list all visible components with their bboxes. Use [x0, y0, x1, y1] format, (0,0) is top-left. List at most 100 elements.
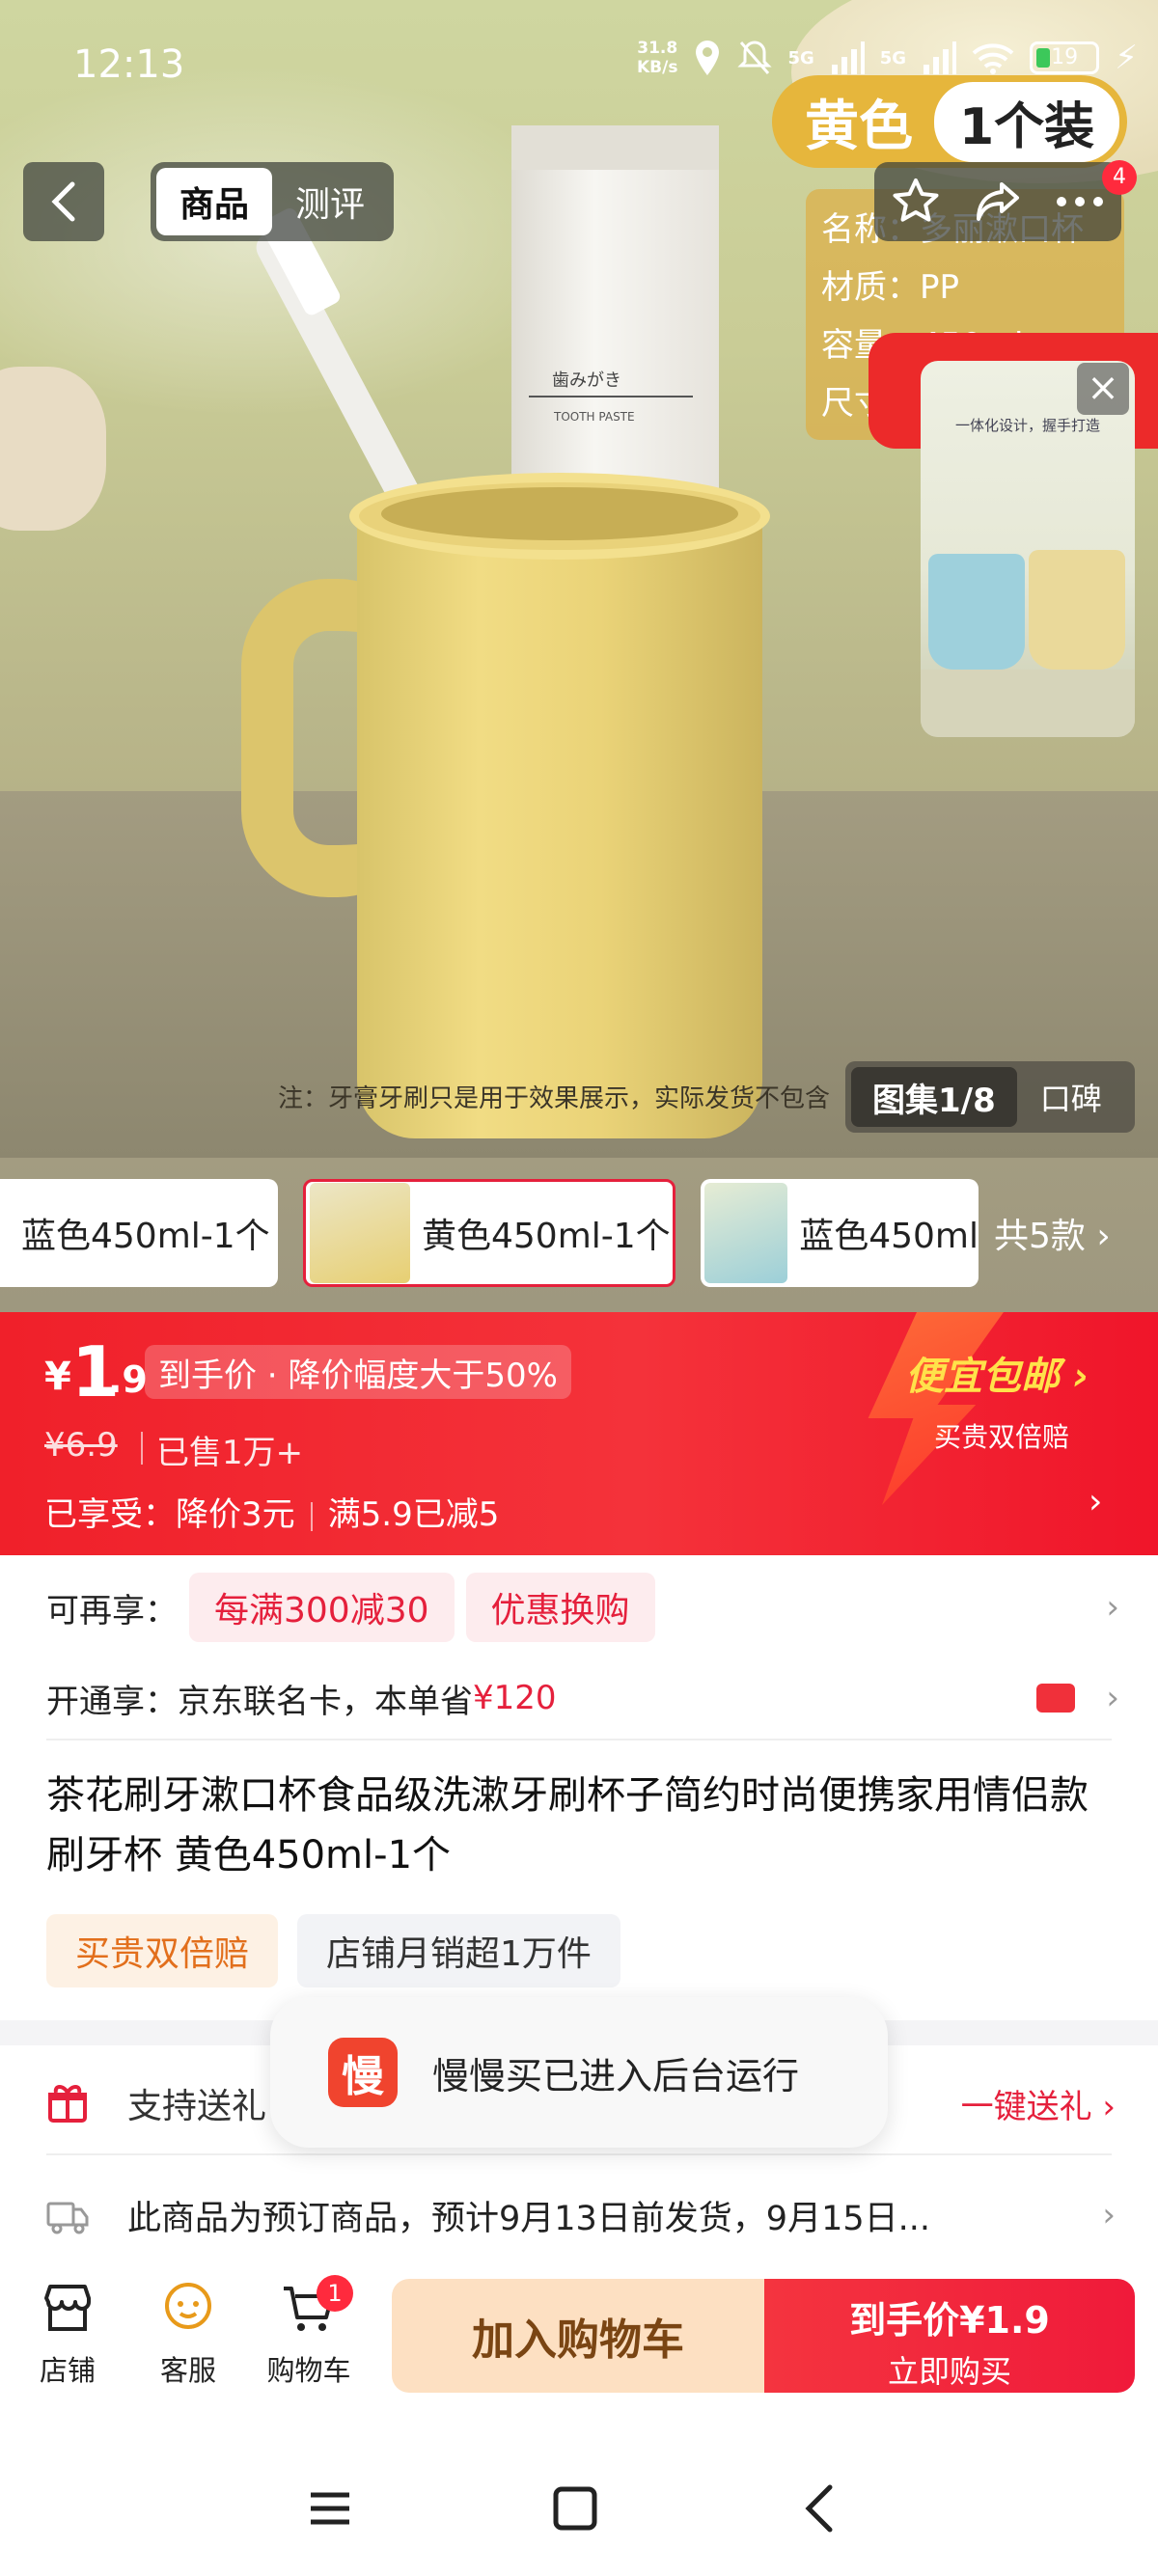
back-icon[interactable]	[791, 2480, 849, 2537]
variant-label: 黄色450ml-1个	[422, 1217, 671, 1256]
chevron-right-icon: ›	[1106, 1588, 1119, 1627]
bottom-action-bar: 店铺 客服 购物车 1 加入购物车 到手价¥1.9 立即购买	[0, 2267, 1158, 2412]
divider	[141, 1432, 143, 1465]
location-icon	[696, 41, 720, 75]
customer-service-icon	[165, 2283, 211, 2329]
app-icon: 慢	[328, 2038, 398, 2107]
tab-review[interactable]: 测评	[272, 168, 388, 235]
hero-disclaimer: 注：牙膏牙刷只是用于效果展示，实际发货不包含	[278, 1084, 831, 1113]
chevron-left-icon	[51, 181, 75, 222]
price-guarantee: 买贵双倍赔	[934, 1421, 1070, 1453]
service-label: 客服	[159, 2354, 216, 2387]
card-saving: ¥120	[473, 1679, 557, 1717]
mute-bell-icon	[737, 41, 773, 74]
charging-icon: ⚡	[1115, 39, 1138, 77]
system-navigation	[0, 2431, 1158, 2576]
spec-line: 材质：PP	[821, 268, 960, 307]
toothpaste-sublabel: TOOTH PASTE	[554, 410, 635, 424]
card-text: 京东联名卡，本单省	[178, 1682, 473, 1721]
free-shipping-label[interactable]: 便宜包邮 ›	[905, 1345, 1089, 1401]
variant-total-label: 共5款	[994, 1217, 1086, 1256]
guarantee-tag[interactable]: 买贵双倍赔	[46, 1914, 279, 1987]
more-icon	[1057, 197, 1104, 206]
more-badge: 4	[1102, 160, 1137, 195]
gift-action[interactable]: 一键送礼 ›	[961, 2080, 1116, 2127]
variant-option[interactable]: 蓝色450ml-1个	[0, 1179, 278, 1287]
network-type: 5G	[879, 47, 907, 69]
variant-thumbnail	[310, 1183, 410, 1283]
store-icon	[44, 2285, 91, 2331]
back-button[interactable]	[23, 162, 104, 241]
battery-icon: 19	[1030, 41, 1100, 74]
close-icon[interactable]: ×	[1077, 363, 1129, 415]
promo-chip[interactable]: 优惠换购	[465, 1573, 655, 1642]
network-type: 5G	[787, 47, 814, 69]
price-currency: ¥	[44, 1355, 71, 1399]
sales-tag[interactable]: 店铺月销超1万件	[297, 1914, 620, 1987]
chevron-right-icon: ›	[1106, 1679, 1119, 1717]
tab-product[interactable]: 商品	[156, 168, 272, 235]
status-bar: 12:13 31.8 KB/s 5G 5G 19 ⚡	[0, 0, 1158, 135]
service-button[interactable]: 客服	[140, 2279, 236, 2389]
home-icon[interactable]	[546, 2480, 604, 2537]
chevron-right-icon: ›	[1096, 1217, 1111, 1256]
status-time: 12:13	[73, 42, 185, 87]
price-decimal: .9	[108, 1358, 148, 1401]
card-label: 开通享：	[46, 1682, 178, 1721]
promo-row[interactable]: 可再享： 每满300减30 优惠换购 ›	[46, 1571, 1119, 1644]
gift-label: 支持送礼	[127, 2087, 267, 2126]
variant-label: 蓝色450ml-1个	[21, 1217, 270, 1256]
toothpaste-divider	[529, 396, 693, 397]
net-speed-value: 31.8	[637, 39, 678, 58]
discount-item: 满5.9已减5	[327, 1495, 500, 1534]
card-row[interactable]: 开通享： 京东联名卡，本单省 ¥120 ›	[46, 1667, 1119, 1729]
promo-chip[interactable]: 每满300减30	[189, 1573, 455, 1642]
yellow-mug	[357, 502, 762, 1138]
menu-icon[interactable]	[301, 2480, 359, 2537]
cart-label: 购物车	[266, 2354, 351, 2387]
reputation-tab[interactable]: 口碑	[1040, 1075, 1102, 1119]
buy-now-button[interactable]: 到手价¥1.9 立即购买	[764, 2279, 1135, 2393]
free-shipping-text: 便宜包邮	[905, 1355, 1060, 1399]
gift-action-label: 一键送礼	[960, 2087, 1092, 2126]
store-button[interactable]: 店铺	[19, 2279, 116, 2389]
floating-video[interactable]: 一体化设计，握手打造	[921, 361, 1135, 737]
toast-text: 慢慢买已进入后台运行	[432, 2054, 800, 2097]
video-counter	[921, 670, 1135, 737]
gallery-tab[interactable]: 图集1/8	[851, 1067, 1017, 1127]
lightning-icon	[868, 1312, 1004, 1505]
battery-level: 19	[1051, 45, 1079, 69]
share-button[interactable]	[964, 168, 1032, 235]
chevron-right-icon: ›	[1102, 2196, 1116, 2234]
add-to-cart-button[interactable]: 加入购物车	[392, 2279, 764, 2393]
gallery-switch: 图集1/8 口碑	[845, 1061, 1135, 1133]
product-title: 茶花刷牙漱口杯食品级洗漱牙刷杯子简约时尚便携家用情侣款刷牙杯 黄色450ml-1…	[46, 1773, 1089, 1877]
gift-icon	[48, 2085, 87, 2123]
discount-detail: 已享受：降价3元 满5.9已减5	[44, 1488, 499, 1535]
net-speed: 31.8 KB/s	[637, 39, 677, 77]
shipping-row[interactable]: 此商品为预订商品，预计9月13日前发货，9月15日... ›	[46, 2177, 1116, 2254]
favorite-button[interactable]	[882, 168, 950, 235]
variant-strip: 蓝色450ml-1个 黄色450ml-1个 蓝色450ml 共5款 ›	[0, 1158, 1158, 1312]
price-banner[interactable]: ¥ 1 .9 到手价 · 降价幅度大于50% ¥6.9 已售1万+ 已享受：降价…	[0, 1312, 1158, 1555]
variant-total[interactable]: 共5款 ›	[994, 1208, 1111, 1258]
divider	[46, 1739, 1112, 1740]
status-icons: 31.8 KB/s 5G 5G 19 ⚡	[637, 39, 1138, 77]
variant-option-selected[interactable]: 黄色450ml-1个	[303, 1179, 676, 1287]
discount-item: 降价3元	[176, 1495, 295, 1534]
net-speed-unit: KB/s	[637, 58, 678, 77]
original-price: ¥6.9	[44, 1426, 118, 1465]
wifi-icon	[972, 43, 1014, 74]
variant-label: 蓝色450ml	[799, 1217, 979, 1256]
share-icon	[976, 182, 1019, 221]
variant-option[interactable]: 蓝色450ml	[701, 1179, 979, 1287]
video-blue-cup	[928, 554, 1025, 670]
chevron-right-icon[interactable]: ›	[1089, 1482, 1102, 1521]
discount-prefix: 已享受：	[44, 1495, 176, 1534]
signal-icon	[831, 41, 865, 74]
price-tag: 到手价 · 降价幅度大于50%	[145, 1345, 571, 1399]
video-yellow-cup	[1029, 550, 1125, 670]
star-icon	[893, 178, 939, 222]
store-label: 店铺	[39, 2354, 96, 2387]
truck-icon	[46, 2202, 89, 2234]
